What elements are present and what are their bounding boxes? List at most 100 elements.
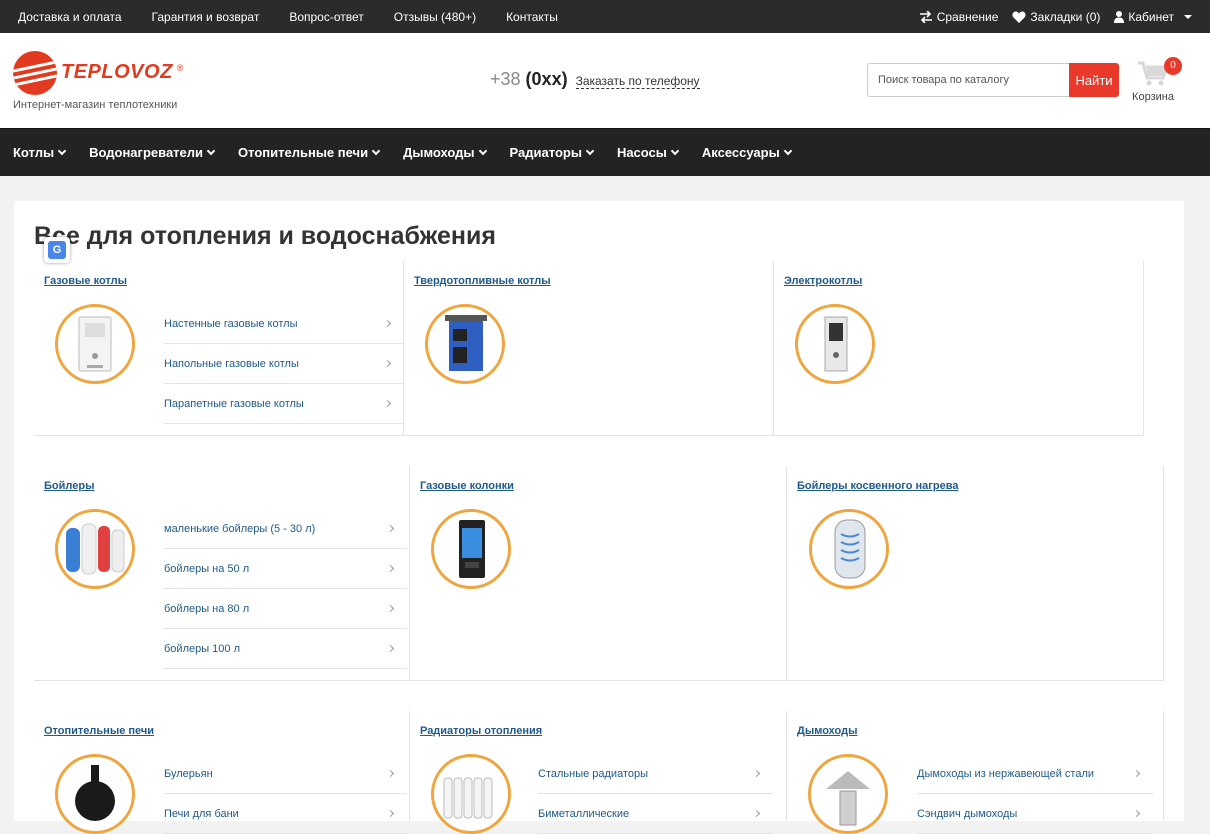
chevron-down-icon <box>585 146 595 156</box>
list-item[interactable]: Булерьян <box>164 754 407 794</box>
cart-label: Корзина <box>1132 91 1174 103</box>
subcategory-list: маленькие бойлеры (5 - 30 л) бойлеры на … <box>164 509 407 669</box>
site-header: TEPLOVOZ ® Интернет-магазин теплотехники … <box>0 33 1210 128</box>
list-item[interactable]: бойлеры 100 л <box>164 629 407 669</box>
top-bar: Доставка и оплата Гарантия и возврат Воп… <box>0 0 1210 33</box>
chevron-right-icon <box>752 769 761 778</box>
list-item[interactable]: Парапетные газовые котлы <box>164 384 404 424</box>
category-card-solid-fuel-boilers: Твердотопливные котлы <box>404 261 774 436</box>
nav-radiators[interactable]: Радиаторы <box>510 145 595 160</box>
link-contacts[interactable]: Контакты <box>506 10 558 24</box>
nav-chimneys[interactable]: Дымоходы <box>403 145 487 160</box>
subcategory-list: Дымоходы из нержавеющей стали Сэндвич ды… <box>917 754 1153 834</box>
chevron-right-icon <box>383 399 392 408</box>
water-heaters-icon[interactable] <box>55 509 135 589</box>
catalog-panel: Все для отопления и водоснабжения G Газо… <box>14 201 1184 834</box>
heart-icon <box>1012 11 1026 23</box>
top-links: Доставка и оплата Гарантия и возврат Воп… <box>18 10 558 24</box>
list-item[interactable]: маленькие бойлеры (5 - 30 л) <box>164 509 407 549</box>
category-card-chimneys: Дымоходы Дымоходы из нержавеющей стали С… <box>787 711 1164 834</box>
chevron-down-icon <box>206 146 216 156</box>
list-item[interactable]: Сэндвич дымоходы <box>917 794 1153 834</box>
gas-water-heater-icon[interactable] <box>431 509 511 589</box>
cart-button[interactable]: 0 Корзина <box>1128 57 1182 103</box>
list-item[interactable]: бойлеры на 50 л <box>164 549 407 589</box>
user-icon <box>1114 10 1125 23</box>
category-card-stoves: Отопительные печи Булерьян Печи для бани <box>34 711 410 834</box>
link-delivery[interactable]: Доставка и оплата <box>18 10 122 24</box>
bookmarks-link[interactable]: Закладки (0) <box>1012 10 1100 24</box>
nav-water-heaters[interactable]: Водонагреватели <box>89 145 216 160</box>
search-input[interactable] <box>867 63 1069 97</box>
category-card-radiators: Радиаторы отопления Стальные радиаторы Б… <box>410 711 787 834</box>
cabinet-dropdown[interactable]: Кабинет <box>1114 10 1192 24</box>
category-link[interactable]: Бойлеры <box>44 480 94 492</box>
subcategory-list: Настенные газовые котлы Напольные газовы… <box>164 304 404 424</box>
category-link[interactable]: Газовые колонки <box>420 480 514 492</box>
category-link[interactable]: Газовые котлы <box>44 275 127 287</box>
nav-stoves[interactable]: Отопительные печи <box>238 145 381 160</box>
electric-boiler-icon[interactable] <box>795 304 875 384</box>
page-title: Все для отопления и водоснабжения <box>34 222 496 250</box>
caret-down-icon <box>1184 14 1192 19</box>
logo-brand: TEPLOVOZ <box>61 61 173 83</box>
chevron-right-icon <box>383 319 392 328</box>
category-card-water-heaters: Бойлеры маленькие бойлеры (5 - 30 л) бой… <box>34 466 410 681</box>
list-item[interactable]: Дымоходы из нержавеющей стали <box>917 754 1153 794</box>
chevron-right-icon <box>386 604 395 613</box>
category-link[interactable]: Радиаторы отопления <box>420 725 542 737</box>
stove-icon[interactable] <box>55 754 135 834</box>
chevron-right-icon <box>386 644 395 653</box>
wall-boiler-icon[interactable] <box>55 304 135 384</box>
chevron-right-icon <box>386 564 395 573</box>
nav-accessories[interactable]: Аксессуары <box>702 145 792 160</box>
main-nav: Котлы Водонагреватели Отопительные печи … <box>0 128 1210 176</box>
category-link[interactable]: Твердотопливные котлы <box>414 275 551 287</box>
search-button[interactable]: Найти <box>1069 63 1119 97</box>
chevron-right-icon <box>383 359 392 368</box>
google-translate-icon[interactable]: G <box>44 237 70 263</box>
logo-mark-icon <box>13 50 57 95</box>
link-reviews[interactable]: Отзывы (480+) <box>394 10 476 24</box>
chevron-down-icon <box>670 146 680 156</box>
chevron-down-icon <box>57 146 67 156</box>
list-item[interactable]: бойлеры на 80 л <box>164 589 407 629</box>
search-form: Найти <box>867 63 1119 97</box>
list-item[interactable]: Биметаллические <box>538 794 773 834</box>
subcategory-list: Стальные радиаторы Биметаллические <box>538 754 773 834</box>
link-faq[interactable]: Вопрос-ответ <box>289 10 363 24</box>
chevron-down-icon <box>783 146 792 156</box>
order-by-phone-link[interactable]: Заказать по телефону <box>575 74 700 89</box>
chimney-icon[interactable] <box>808 754 888 834</box>
chevron-right-icon <box>386 769 395 778</box>
nav-boilers[interactable]: Котлы <box>13 145 67 160</box>
phone-code: (0xx) <box>525 69 568 89</box>
phone-block: +38 (0xx) Заказать по телефону <box>490 69 700 90</box>
list-item[interactable]: Напольные газовые котлы <box>164 344 404 384</box>
category-card-indirect-boilers: Бойлеры косвенного нагрева <box>787 466 1164 681</box>
chevron-right-icon <box>386 524 395 533</box>
list-item[interactable]: Стальные радиаторы <box>538 754 773 794</box>
compare-link[interactable]: Сравнение <box>919 10 998 24</box>
category-card-electric-boilers: Электрокотлы <box>774 261 1144 436</box>
logo-tagline: Интернет-магазин теплотехники <box>13 98 178 111</box>
registered-mark: ® <box>176 62 184 73</box>
subcategory-list: Булерьян Печи для бани <box>164 754 407 834</box>
chevron-right-icon <box>752 809 761 818</box>
list-item[interactable]: Настенные газовые котлы <box>164 304 404 344</box>
chevron-down-icon <box>478 146 487 156</box>
solid-fuel-boiler-icon[interactable] <box>425 304 505 384</box>
compare-icon <box>919 10 932 23</box>
category-link[interactable]: Отопительные печи <box>44 725 154 737</box>
site-logo[interactable]: TEPLOVOZ ® Интернет-магазин теплотехники <box>13 50 213 111</box>
chevron-right-icon <box>1132 769 1141 778</box>
chevron-right-icon <box>386 809 395 818</box>
radiator-icon[interactable] <box>431 754 511 834</box>
category-link[interactable]: Электрокотлы <box>784 275 862 287</box>
indirect-boiler-icon[interactable] <box>809 509 889 589</box>
link-warranty[interactable]: Гарантия и возврат <box>152 10 260 24</box>
nav-pumps[interactable]: Насосы <box>617 145 680 160</box>
category-link[interactable]: Дымоходы <box>797 725 857 737</box>
category-link[interactable]: Бойлеры косвенного нагрева <box>797 480 958 492</box>
list-item[interactable]: Печи для бани <box>164 794 407 834</box>
